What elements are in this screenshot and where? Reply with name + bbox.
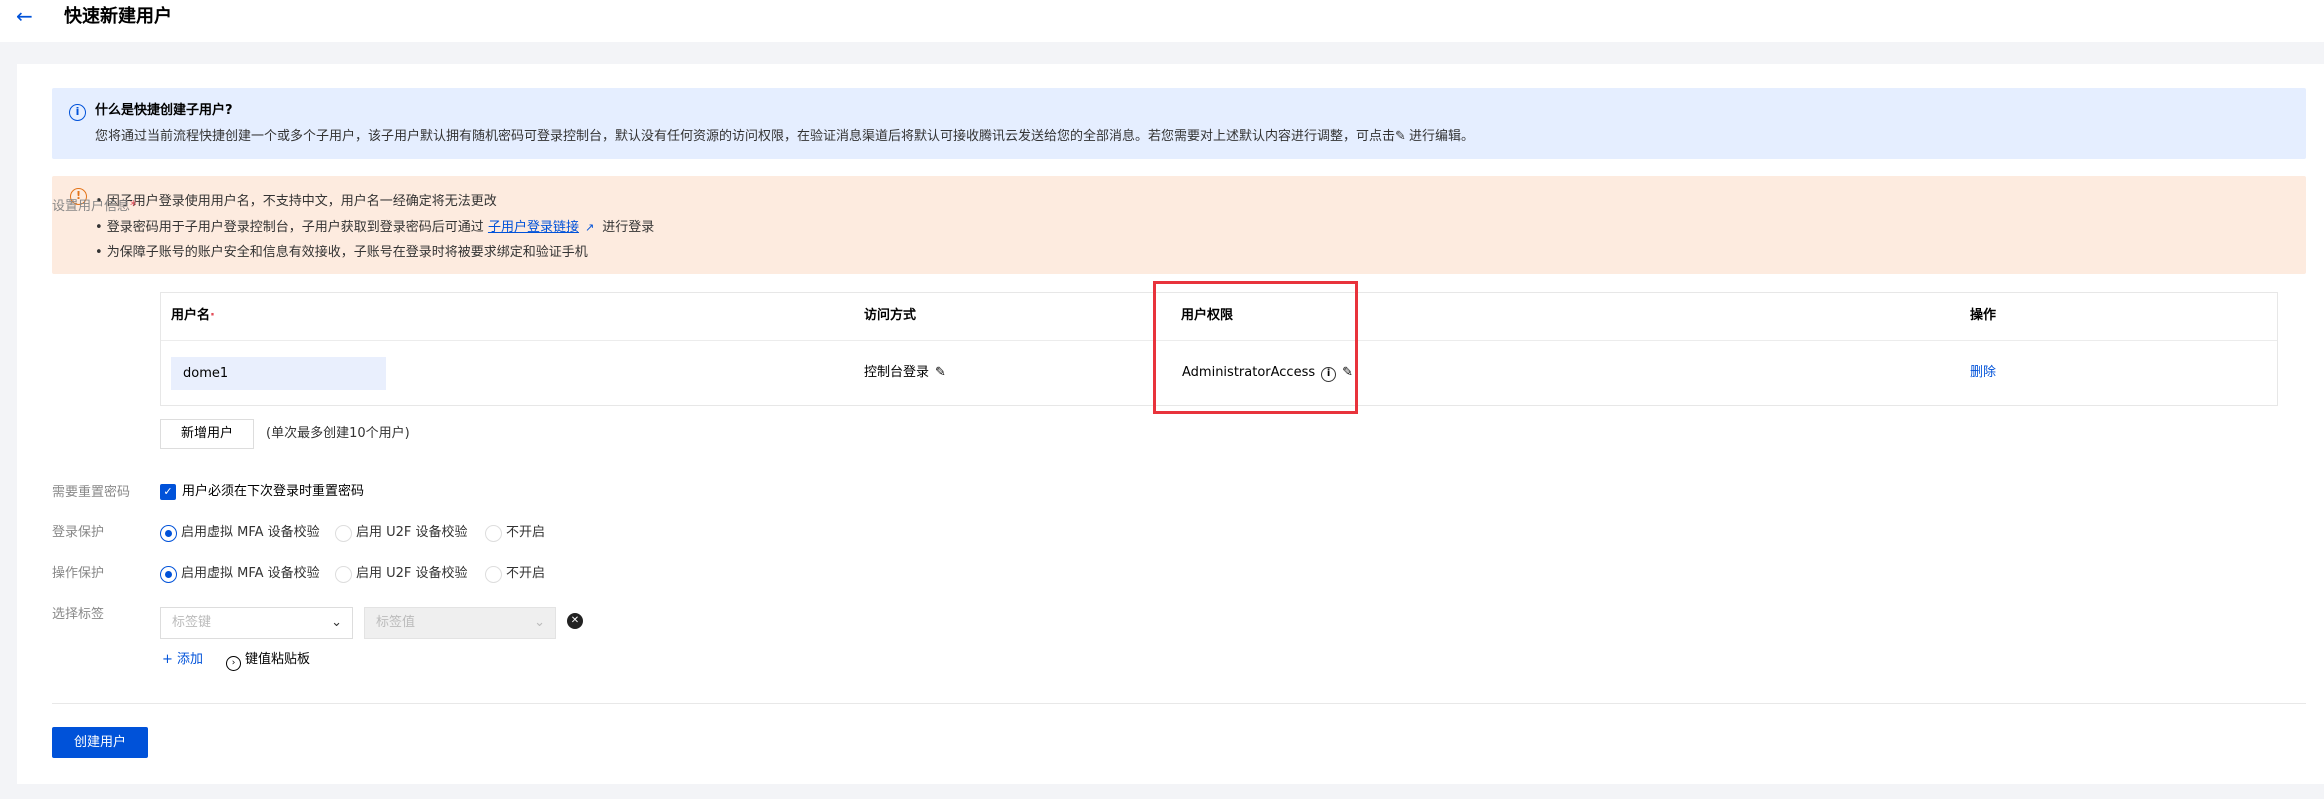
column-header-access: 访问方式 [864, 308, 917, 323]
login-mfa-radio[interactable] [160, 525, 177, 542]
warning-line-3: • 为保障子账号的账户安全和信息有效接收，子账号在登录时将被要求绑定和验证手机 [95, 245, 588, 260]
delete-link[interactable]: 删除 [1970, 363, 1996, 383]
paste-board-link[interactable]: › 键值粘贴板 [226, 650, 310, 671]
warning-line-2: • 登录密码用于子用户登录控制台，子用户获取到登录密码后可通过 子用户登录链接 ↗… [95, 218, 654, 238]
tag-value-select: 标签值 ⌄ [364, 607, 556, 639]
tag-key-select[interactable]: 标签键 ⌄ [160, 607, 353, 639]
login-disabled-radio[interactable] [485, 525, 502, 542]
add-user-hint: (单次最多创建10个用户) [266, 426, 410, 441]
pencil-icon[interactable]: ✎ [1395, 127, 1409, 147]
add-tag-link[interactable]: + 添加 [162, 650, 203, 670]
pencil-icon[interactable]: ✎ [935, 363, 951, 383]
add-user-button[interactable]: 新增用户 [160, 419, 254, 449]
info-icon: i [69, 104, 86, 121]
footer-divider [52, 703, 2306, 704]
login-protection-label: 登录保护 [52, 525, 105, 540]
operation-mfa-radio-label: 启用虚拟 MFA 设备校验 [181, 566, 320, 581]
external-link-icon: ↗ [584, 221, 595, 234]
operation-u2f-radio[interactable] [335, 566, 352, 583]
warning-line-1: • 因子用户登录使用用户名，不支持中文，用户名一经确定将无法更改 [95, 194, 497, 209]
tags-label: 选择标签 [52, 607, 105, 622]
create-user-button[interactable]: 创建用户 [52, 727, 148, 758]
operation-disabled-radio-label: 不开启 [506, 566, 546, 581]
paste-icon: › [226, 656, 241, 671]
chevron-down-icon: ⌄ [331, 615, 342, 630]
column-header-username: 用户名· [171, 308, 215, 323]
highlight-box [1153, 281, 1358, 414]
reset-password-checkbox[interactable]: ✓ [160, 484, 176, 500]
operation-disabled-radio[interactable] [485, 566, 502, 583]
page-title: 快速新建用户 [64, 6, 172, 27]
operation-protection-label: 操作保护 [52, 566, 105, 581]
login-mfa-radio-label: 启用虚拟 MFA 设备校验 [181, 525, 320, 540]
access-cell: 控制台登录 ✎ [864, 363, 951, 383]
operation-u2f-radio-label: 启用 U2F 设备校验 [356, 566, 468, 581]
info-banner [52, 88, 2306, 159]
sub-user-login-link[interactable]: 子用户登录链接 [488, 220, 579, 235]
login-u2f-radio-label: 启用 U2F 设备校验 [356, 525, 468, 540]
login-disabled-radio-label: 不开启 [506, 525, 546, 540]
top-bar: ← 快速新建用户 [0, 0, 2324, 42]
reset-password-checkbox-label: 用户必须在下次登录时重置密码 [182, 484, 365, 499]
reset-password-label: 需要重置密码 [52, 485, 131, 500]
user-info-label: 设置用户信息* [52, 199, 137, 214]
operation-mfa-radio[interactable] [160, 566, 177, 583]
chevron-down-icon: ⌄ [534, 615, 545, 630]
login-u2f-radio[interactable] [335, 525, 352, 542]
column-header-action: 操作 [1970, 308, 1997, 323]
info-banner-title: 什么是快捷创建子用户? [95, 103, 233, 118]
clear-icon[interactable]: ✕ [567, 613, 583, 629]
info-banner-text: 您将通过当前流程快捷创建一个或多个子用户，该子用户默认拥有随机密码可登录控制台，… [95, 127, 1474, 147]
username-input[interactable] [171, 357, 386, 390]
arrow-left-icon[interactable]: ← [16, 4, 38, 28]
